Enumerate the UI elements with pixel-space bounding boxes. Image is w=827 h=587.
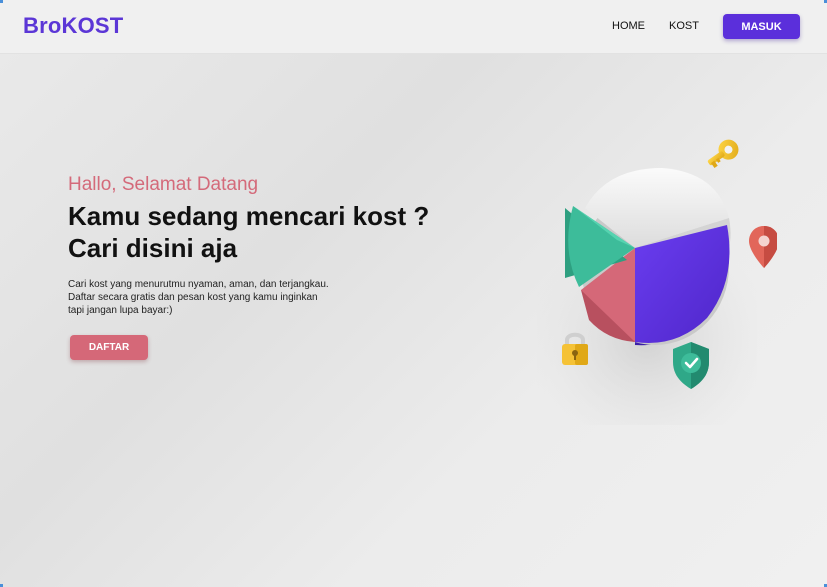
hero-illustration xyxy=(537,130,777,430)
register-button[interactable]: DAFTAR xyxy=(70,335,148,360)
brand-logo[interactable]: BroKOST xyxy=(23,13,123,39)
corner-marker xyxy=(0,0,3,3)
hero-headline: Kamu sedang mencari kost ? Cari disini a… xyxy=(68,200,429,264)
navbar: BroKOST HOME KOST MASUK xyxy=(0,0,827,54)
description-line-2: Daftar secara gratis dan pesan kost yang… xyxy=(68,292,318,303)
pie-chart-icon xyxy=(565,168,731,346)
key-icon xyxy=(707,139,739,168)
login-button[interactable]: MASUK xyxy=(723,14,800,39)
greeting-text: Hallo, Selamat Datang xyxy=(68,174,259,195)
illustration-svg xyxy=(537,139,777,425)
headline-line-2: Cari disini aja xyxy=(68,233,238,263)
nav-link-kost[interactable]: KOST xyxy=(669,20,699,32)
description-line-1: Cari kost yang menurutmu nyaman, aman, d… xyxy=(68,279,329,290)
headline-line-1: Kamu sedang mencari kost ? xyxy=(68,201,430,231)
hero-description: Cari kost yang menurutmu nyaman, aman, d… xyxy=(68,278,353,317)
description-line-3: tapi jangan lupa bayar:) xyxy=(68,305,173,316)
nav-link-home[interactable]: HOME xyxy=(612,20,645,32)
